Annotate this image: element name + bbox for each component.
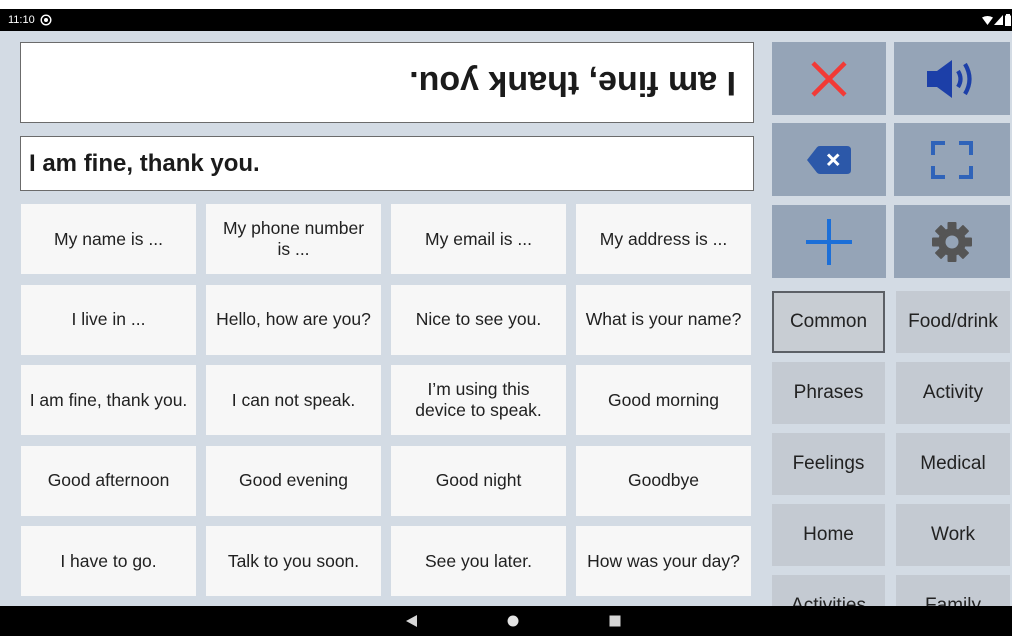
category-label: Phrases bbox=[793, 382, 864, 403]
main-area: I am fine, thank you. I am fine, thank y… bbox=[0, 31, 1012, 606]
phrase-grid: My name is ... My phone number is ... My… bbox=[21, 204, 751, 596]
phrase-label: Talk to you soon. bbox=[227, 550, 360, 571]
message-input[interactable]: I am fine, thank you. bbox=[20, 136, 754, 191]
battery-icon bbox=[1005, 14, 1011, 26]
status-bar: 11:10 bbox=[0, 9, 1012, 31]
phrase-label: I live in ... bbox=[71, 309, 146, 329]
phrase-button[interactable]: Nice to see you. bbox=[391, 284, 566, 355]
phrase-button[interactable]: I’m using this device to speak. bbox=[391, 365, 566, 435]
category-label: Work bbox=[931, 524, 975, 545]
phrase-label: My phone number is ... bbox=[222, 218, 365, 259]
phrase-button[interactable]: Good afternoon bbox=[21, 445, 196, 516]
phrase-label: Good morning bbox=[608, 389, 719, 410]
category-family[interactable]: Family bbox=[896, 575, 1010, 606]
category-label: Activity bbox=[922, 382, 984, 403]
phrase-button[interactable]: Hello, how are you? bbox=[206, 284, 381, 355]
phrase-button[interactable]: Talk to you soon. bbox=[206, 526, 381, 596]
phrase-button[interactable]: See you later. bbox=[391, 526, 566, 596]
phrase-label: How was your day? bbox=[587, 550, 740, 571]
phrase-label: I have to go. bbox=[60, 550, 157, 571]
phrase-label: I am fine, thank you. bbox=[29, 389, 188, 410]
phrase-button[interactable]: I have to go. bbox=[21, 526, 196, 596]
phrase-label: My email is ... bbox=[425, 228, 532, 249]
phrase-label: See you later. bbox=[424, 550, 533, 571]
plus-icon bbox=[805, 218, 853, 266]
category-activities[interactable]: Activities bbox=[772, 575, 885, 606]
navigation-bar bbox=[0, 606, 1012, 636]
signal-icon bbox=[994, 15, 1003, 25]
phrase-button[interactable]: How was your day? bbox=[576, 526, 751, 596]
category-common[interactable]: Common bbox=[772, 291, 885, 353]
phrase-label: I’m using this device to speak. bbox=[415, 379, 542, 420]
flipped-message-display: I am fine, thank you. bbox=[20, 42, 754, 123]
notification-icon bbox=[40, 14, 52, 26]
phrase-button[interactable]: I can not speak. bbox=[206, 365, 381, 435]
category-label: Food/drink bbox=[908, 311, 998, 332]
phrase-button[interactable]: What is your name? bbox=[576, 284, 751, 355]
fullscreen-button[interactable] bbox=[894, 123, 1010, 196]
category-label: Family bbox=[925, 595, 981, 606]
category-work[interactable]: Work bbox=[896, 504, 1010, 566]
backspace-button[interactable] bbox=[772, 123, 886, 196]
phrase-button[interactable]: My name is ... bbox=[21, 204, 196, 274]
gear-icon bbox=[931, 221, 973, 263]
category-label: Feelings bbox=[792, 453, 865, 474]
category-grid: Common Food/drink Phrases Activity Feeli… bbox=[772, 291, 1010, 606]
category-label: Medical bbox=[920, 453, 986, 474]
home-icon[interactable] bbox=[506, 614, 520, 628]
fullscreen-icon bbox=[931, 140, 973, 179]
phrase-button[interactable]: Goodbye bbox=[576, 445, 751, 516]
phrase-label: My name is ... bbox=[54, 228, 163, 249]
phrase-button[interactable]: My address is ... bbox=[576, 204, 751, 274]
phrase-label: Good night bbox=[435, 470, 522, 490]
phrase-label: Good afternoon bbox=[47, 470, 170, 490]
category-home[interactable]: Home bbox=[772, 504, 885, 566]
flipped-message-text: I am fine, thank you. bbox=[409, 64, 736, 102]
phrase-button[interactable]: I am fine, thank you. bbox=[21, 365, 196, 435]
phrase-button[interactable]: Good morning bbox=[576, 365, 751, 435]
close-icon bbox=[811, 60, 847, 97]
clear-button[interactable] bbox=[772, 42, 886, 115]
phrase-label: Hello, how are you? bbox=[216, 309, 371, 329]
category-label: Common bbox=[789, 311, 868, 332]
phrase-label: Good evening bbox=[239, 470, 348, 490]
phrase-button[interactable]: Good evening bbox=[206, 445, 381, 516]
add-phrase-button[interactable] bbox=[772, 205, 886, 278]
phrase-label: Nice to see you. bbox=[415, 309, 542, 329]
category-label: Activities bbox=[791, 595, 866, 606]
category-list[interactable]: Common Food/drink Phrases Activity Feeli… bbox=[766, 285, 1012, 606]
category-feelings[interactable]: Feelings bbox=[772, 433, 885, 495]
category-label: Home bbox=[803, 524, 854, 545]
settings-button[interactable] bbox=[894, 205, 1010, 278]
category-food-drink[interactable]: Food/drink bbox=[896, 291, 1010, 353]
category-phrases[interactable]: Phrases bbox=[772, 362, 885, 424]
status-time: 11:10 bbox=[8, 14, 35, 26]
speaker-icon bbox=[925, 59, 979, 99]
speak-button[interactable] bbox=[894, 42, 1010, 115]
phrase-button[interactable]: My phone number is ... bbox=[206, 204, 381, 274]
category-activity[interactable]: Activity bbox=[896, 362, 1010, 424]
phrase-button[interactable]: Good night bbox=[391, 445, 566, 516]
phrase-button[interactable]: I live in ... bbox=[21, 284, 196, 355]
back-icon[interactable] bbox=[405, 614, 418, 628]
phrase-label: I can not speak. bbox=[231, 389, 356, 410]
wifi-icon bbox=[982, 16, 993, 25]
phrase-button[interactable]: My email is ... bbox=[391, 204, 566, 274]
phrase-label: Goodbye bbox=[627, 470, 700, 490]
phrase-label: My address is ... bbox=[599, 228, 728, 249]
phrase-label: What is your name? bbox=[585, 309, 742, 329]
backspace-icon bbox=[807, 145, 851, 174]
recents-icon[interactable] bbox=[609, 615, 621, 627]
category-medical[interactable]: Medical bbox=[896, 433, 1010, 495]
